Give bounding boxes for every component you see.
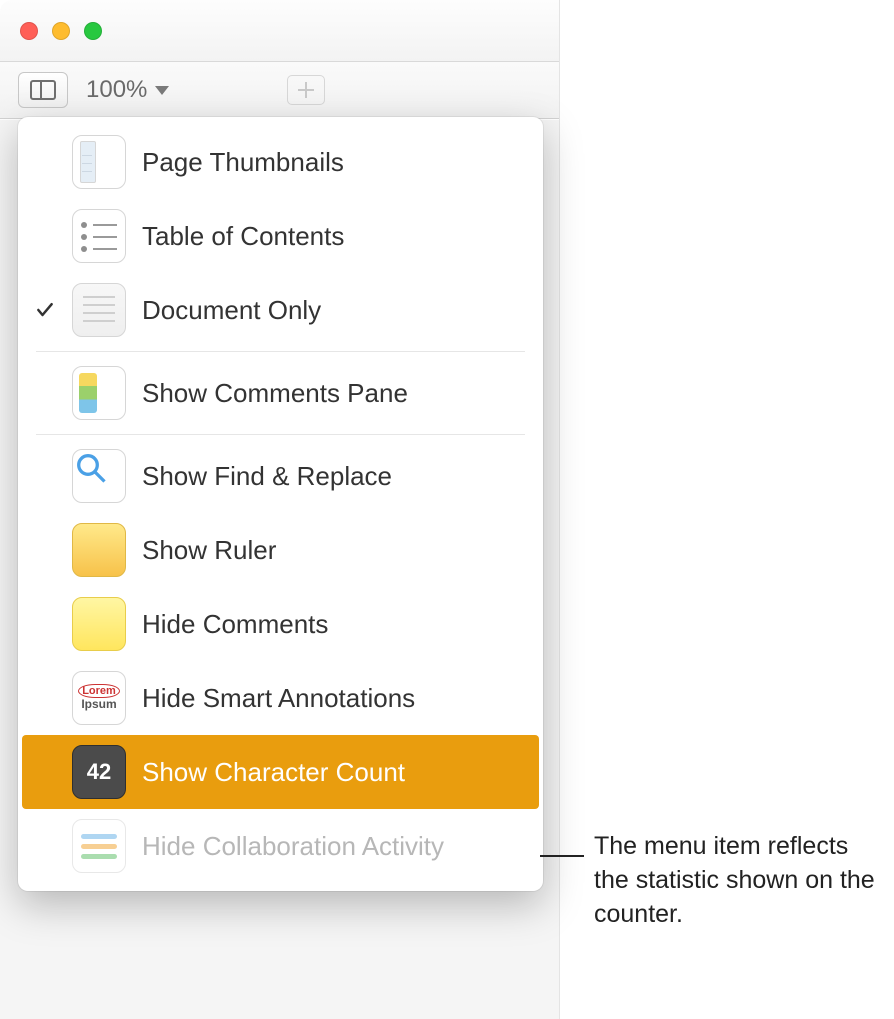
menu-item-label: Page Thumbnails	[142, 147, 525, 178]
plus-icon	[298, 82, 314, 98]
comments-pane-icon	[70, 364, 128, 422]
menu-item-label: Hide Collaboration Activity	[142, 831, 525, 862]
menu-item-hide-comments[interactable]: Hide Comments	[22, 587, 539, 661]
menu-item-label: Hide Comments	[142, 609, 525, 640]
view-menu: Page Thumbnails Table of Contents Docume…	[18, 117, 543, 891]
menu-item-page-thumbnails[interactable]: Page Thumbnails	[22, 125, 539, 199]
window-minimize-button[interactable]	[52, 22, 70, 40]
chevron-down-icon	[155, 86, 169, 95]
menu-divider	[36, 434, 525, 435]
menu-item-label: Table of Contents	[142, 221, 525, 252]
document-only-icon	[70, 281, 128, 339]
menu-item-label: Show Character Count	[142, 757, 525, 788]
add-page-button[interactable]	[287, 75, 325, 105]
lorem-icon-line-2: Ipsum	[81, 698, 116, 711]
menu-item-show-comments-pane[interactable]: Show Comments Pane	[22, 356, 539, 430]
menu-divider	[36, 351, 525, 352]
page-thumbnails-icon	[70, 133, 128, 191]
sticky-note-icon	[70, 595, 128, 653]
menu-item-label: Hide Smart Annotations	[142, 683, 525, 714]
callout-leader-line	[540, 855, 584, 857]
character-count-icon: 42	[70, 743, 128, 801]
callout-text: The menu item reflects the statistic sho…	[594, 830, 884, 931]
menu-item-show-ruler[interactable]: Show Ruler	[22, 513, 539, 587]
view-menu-button[interactable]	[18, 72, 68, 108]
zoom-value: 100%	[86, 76, 147, 104]
menu-item-table-of-contents[interactable]: Table of Contents	[22, 199, 539, 273]
collaboration-icon	[70, 817, 128, 875]
window-close-button[interactable]	[20, 22, 38, 40]
menu-item-label: Show Ruler	[142, 535, 525, 566]
app-window: 100% Page Thumbnails Table of Contents	[0, 0, 560, 1019]
count-icon-value: 42	[72, 745, 126, 799]
menu-item-label: Show Comments Pane	[142, 378, 525, 409]
titlebar	[0, 0, 559, 62]
menu-item-hide-collaboration-activity: Hide Collaboration Activity	[22, 809, 539, 883]
checkmark-icon	[34, 300, 56, 320]
ruler-icon	[70, 521, 128, 579]
zoom-dropdown[interactable]: 100%	[86, 76, 169, 104]
menu-item-hide-smart-annotations[interactable]: Lorem Ipsum Hide Smart Annotations	[22, 661, 539, 735]
menu-item-label: Document Only	[142, 295, 525, 326]
menu-item-document-only[interactable]: Document Only	[22, 273, 539, 347]
menu-item-label: Show Find & Replace	[142, 461, 525, 492]
lorem-icon-line-1: Lorem	[78, 684, 120, 698]
menu-item-show-character-count[interactable]: 42 Show Character Count	[22, 735, 539, 809]
menu-item-show-find-replace[interactable]: Show Find & Replace	[22, 439, 539, 513]
window-maximize-button[interactable]	[84, 22, 102, 40]
toolbar: 100%	[0, 62, 559, 119]
table-of-contents-icon	[70, 207, 128, 265]
sidebar-icon	[30, 80, 56, 100]
search-icon	[70, 447, 128, 505]
smart-annotations-icon: Lorem Ipsum	[70, 669, 128, 727]
